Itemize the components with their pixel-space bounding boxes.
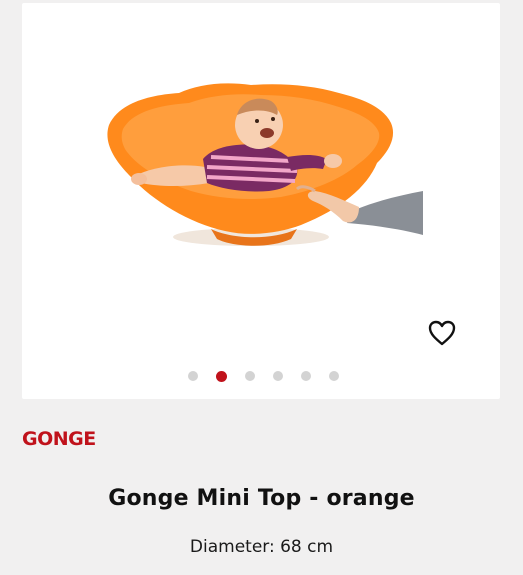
product-page: GONGE Gonge Mini Top - orange Diameter: … — [0, 0, 523, 575]
product-title: Gonge Mini Top - orange — [108, 486, 415, 511]
gallery-pagination — [22, 369, 500, 383]
brand-link[interactable]: GONGE — [22, 428, 96, 450]
pagination-dot[interactable] — [300, 371, 311, 381]
heart-outline-icon — [428, 320, 456, 346]
pagination-dot[interactable] — [187, 371, 198, 381]
product-attribute: Diameter: 68 cm — [189, 537, 334, 557]
pagination-dot[interactable] — [272, 371, 283, 381]
wishlist-button[interactable] — [424, 315, 460, 351]
product-image[interactable] — [101, 79, 423, 291]
pagination-dot[interactable] — [328, 371, 339, 381]
pagination-dot[interactable] — [244, 371, 255, 381]
pagination-dot-active[interactable] — [215, 370, 227, 382]
product-gallery[interactable] — [22, 3, 500, 399]
